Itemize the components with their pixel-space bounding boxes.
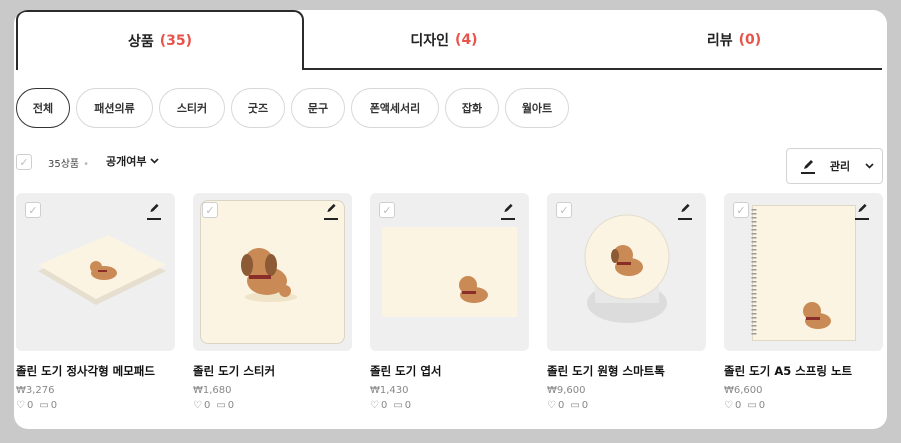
product-name[interactable]: 졸린 도기 A5 스프링 노트 [724, 363, 883, 379]
chip-goods[interactable]: 굿즈 [231, 88, 285, 128]
like-count: 0 [26, 400, 34, 411]
product-stats: ♡ 0 ▭ 0 [724, 400, 883, 411]
chip-stationery[interactable]: 문구 [291, 88, 345, 128]
product-name[interactable]: 졸린 도기 스티커 [193, 363, 352, 379]
comment-icon: ▭ [39, 400, 49, 411]
pencil-icon[interactable] [147, 203, 161, 220]
product-price: ₩3,276 [16, 385, 55, 396]
like-count: 0 [557, 400, 565, 411]
tab-count: (35) [159, 33, 193, 49]
product-card[interactable]: ✓ 졸린 도기 엽서 ₩1,430 ♡ 0 ▭ 0 [370, 193, 529, 411]
heart-icon: ♡ [16, 400, 25, 411]
like-count: 0 [734, 400, 742, 411]
comment-count: 0 [758, 400, 766, 411]
product-count-label: 35상품 [48, 159, 80, 170]
product-price: ₩1,430 [370, 385, 409, 396]
comment-count: 0 [50, 400, 58, 411]
like-count: 0 [380, 400, 388, 411]
chip-fashion[interactable]: 패션의류 [76, 88, 153, 128]
comment-icon: ▭ [747, 400, 757, 411]
comment-icon: ▭ [393, 400, 403, 411]
like-count: 0 [203, 400, 211, 411]
visibility-dropdown[interactable]: 공개여부 [106, 153, 160, 169]
comment-count: 0 [227, 400, 235, 411]
check-icon: ✓ [382, 203, 392, 217]
product-stats: ♡ 0 ▭ 0 [370, 400, 529, 411]
pencil-icon[interactable] [855, 203, 869, 220]
product-card[interactable]: ✓ 졸린 도기 정사각형 메모패드 ₩3,276 ♡ 0 ▭ 0 [16, 193, 175, 411]
chevron-down-icon [150, 158, 160, 164]
tab-label: 리뷰 [706, 33, 733, 49]
heart-icon: ♡ [547, 400, 556, 411]
check-icon: ✓ [19, 155, 29, 169]
heart-icon: ♡ [370, 400, 379, 411]
product-price: ₩9,600 [547, 385, 586, 396]
product-select-checkbox[interactable]: ✓ [556, 202, 572, 218]
tab-reviews[interactable]: 리뷰 (0) [584, 10, 884, 70]
product-count: 35상품 • [48, 159, 90, 170]
product-select-checkbox[interactable]: ✓ [202, 202, 218, 218]
product-stats: ♡ 0 ▭ 0 [193, 400, 352, 411]
heart-icon: ♡ [724, 400, 733, 411]
tab-bar: 상품 (35) 디자인 (4) 리뷰 (0) [14, 10, 887, 70]
tab-products[interactable]: 상품 (35) [16, 10, 304, 70]
product-name[interactable]: 졸린 도기 원형 스마트톡 [547, 363, 706, 379]
product-thumbnail[interactable]: ✓ [724, 193, 883, 351]
tab-count: (0) [738, 32, 762, 48]
tab-designs[interactable]: 디자인 (4) [304, 10, 584, 70]
chip-wall-art[interactable]: 월아트 [505, 88, 569, 128]
product-stats: ♡ 0 ▭ 0 [547, 400, 706, 411]
chip-misc[interactable]: 잡화 [445, 88, 499, 128]
pencil-icon[interactable] [678, 203, 692, 220]
pencil-icon [801, 159, 815, 174]
comment-count: 0 [581, 400, 589, 411]
comment-icon: ▭ [570, 400, 580, 411]
product-thumbnail[interactable]: ✓ [547, 193, 706, 351]
product-stats: ♡ 0 ▭ 0 [16, 400, 175, 411]
chip-phone-accessory[interactable]: 폰액세서리 [351, 88, 439, 128]
visibility-label: 공개여부 [106, 155, 147, 168]
product-card[interactable]: ✓ 졸린 도기 원형 스마트톡 ₩9,600 ♡ 0 ▭ 0 [547, 193, 706, 411]
check-icon: ✓ [736, 203, 746, 217]
tab-label: 상품 [127, 34, 154, 50]
product-price: ₩6,600 [724, 385, 763, 396]
manage-label: 관리 [829, 160, 851, 173]
product-price: ₩1,680 [193, 385, 232, 396]
list-controls: ✓ 35상품 • 공개여부 관리 [14, 148, 887, 184]
product-panel: 상품 (35) 디자인 (4) 리뷰 (0) 전체 패션의류 스티커 굿즈 문구… [14, 10, 887, 429]
product-name[interactable]: 졸린 도기 정사각형 메모패드 [16, 363, 175, 379]
heart-icon: ♡ [193, 400, 202, 411]
tab-label: 디자인 [410, 33, 450, 49]
select-all-checkbox[interactable]: ✓ [16, 154, 32, 170]
manage-button[interactable]: 관리 [786, 148, 883, 184]
product-card[interactable]: ✓ 졸린 도기 A5 스프링 노트 ₩6,600 ♡ 0 ▭ 0 [724, 193, 883, 411]
product-select-checkbox[interactable]: ✓ [379, 202, 395, 218]
chevron-down-icon [865, 163, 874, 169]
category-filter: 전체 패션의류 스티커 굿즈 문구 폰액세서리 잡화 월아트 [16, 88, 569, 128]
comment-count: 0 [404, 400, 412, 411]
pencil-icon[interactable] [501, 203, 515, 220]
product-card[interactable]: ✓ 졸린 도기 스티커 ₩1,680 ♡ 0 ▭ 0 [193, 193, 352, 411]
product-thumbnail[interactable]: ✓ [193, 193, 352, 351]
product-name[interactable]: 졸린 도기 엽서 [370, 363, 529, 379]
chip-all[interactable]: 전체 [16, 88, 70, 128]
comment-icon: ▭ [216, 400, 226, 411]
check-icon: ✓ [559, 203, 569, 217]
product-thumbnail[interactable]: ✓ [370, 193, 529, 351]
chip-sticker[interactable]: 스티커 [159, 88, 225, 128]
check-icon: ✓ [205, 203, 215, 217]
product-select-checkbox[interactable]: ✓ [25, 202, 41, 218]
pencil-icon[interactable] [324, 203, 338, 220]
tab-count: (4) [455, 32, 478, 48]
product-thumbnail[interactable]: ✓ [16, 193, 175, 351]
product-select-checkbox[interactable]: ✓ [733, 202, 749, 218]
check-icon: ✓ [28, 203, 38, 217]
